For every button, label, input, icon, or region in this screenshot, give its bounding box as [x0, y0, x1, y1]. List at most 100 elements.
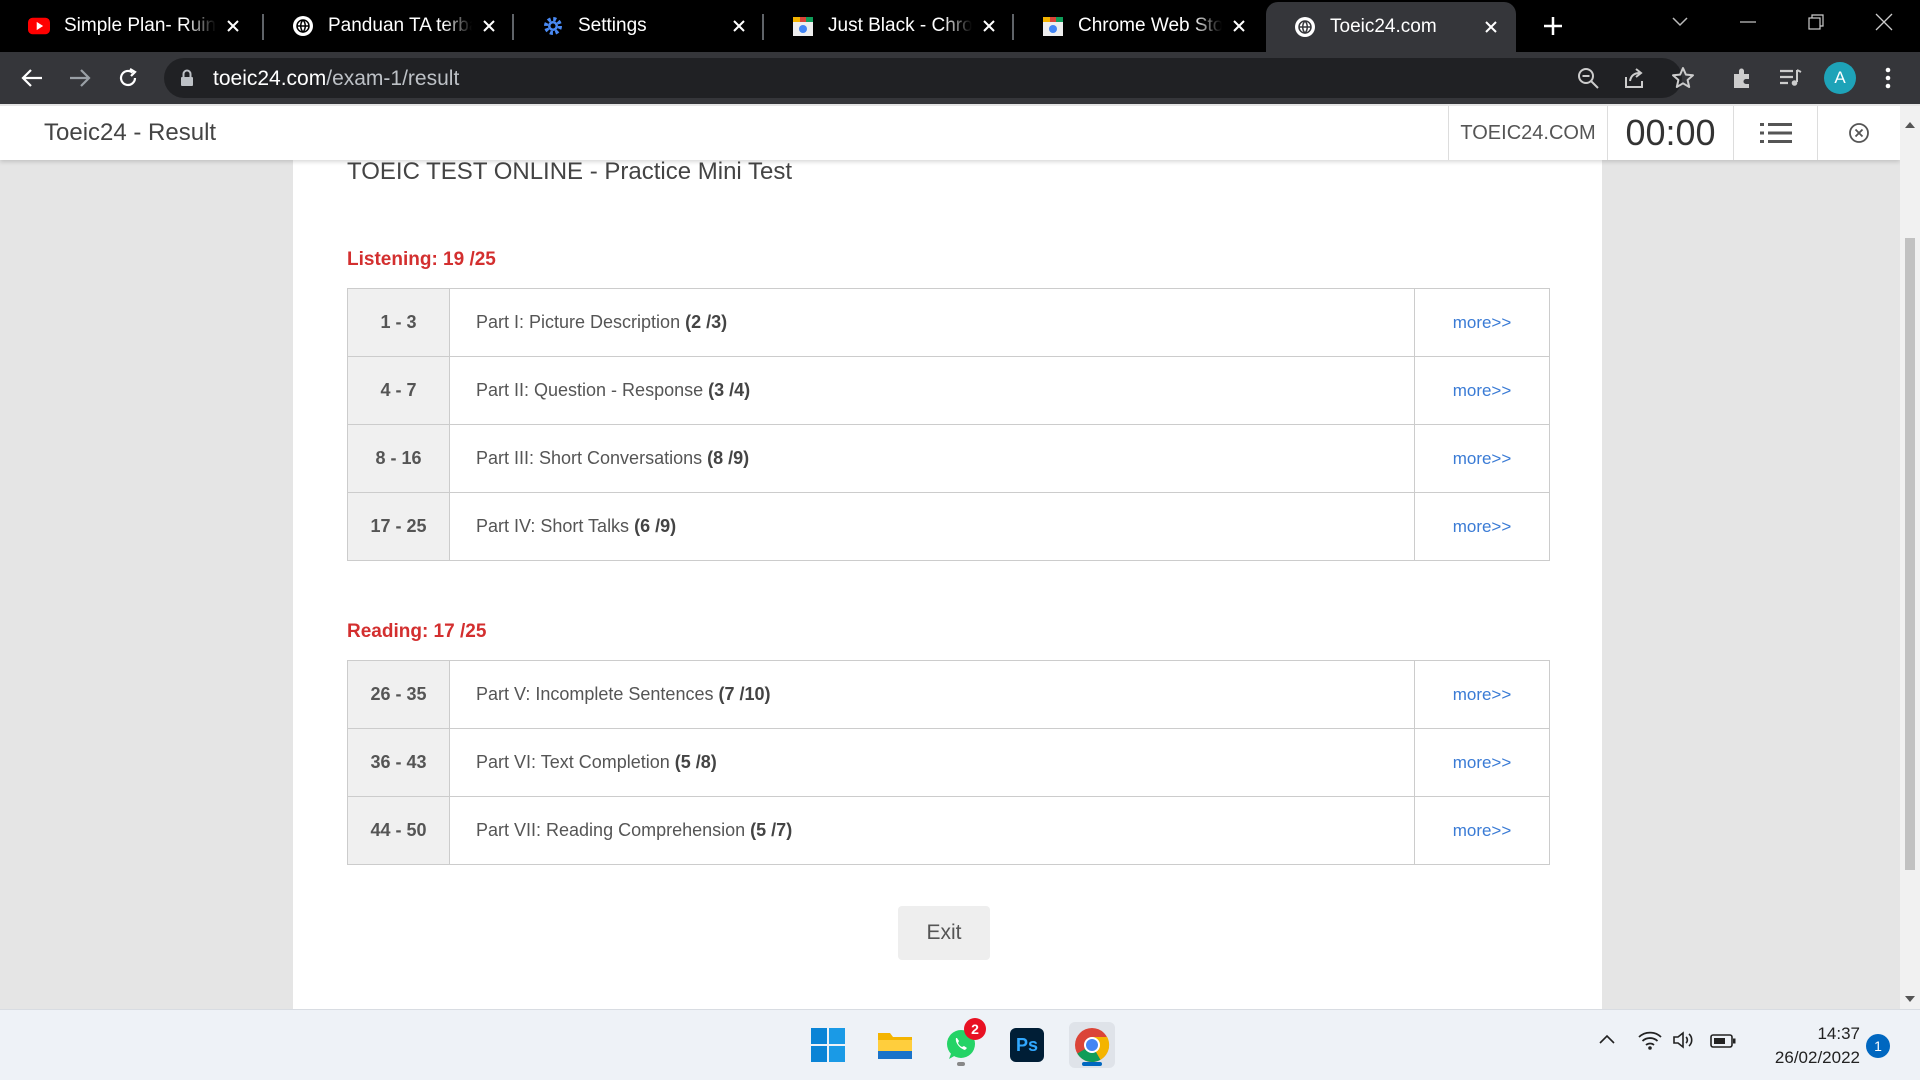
- reading-score: Reading: 17 /25: [347, 621, 487, 642]
- browser-menu-button[interactable]: [1870, 60, 1906, 96]
- more-link[interactable]: more>>: [1414, 796, 1550, 865]
- scrollbar-thumb[interactable]: [1905, 238, 1915, 870]
- gear-icon: [542, 15, 564, 37]
- more-link[interactable]: more>>: [1414, 424, 1550, 493]
- zoom-button[interactable]: [1570, 60, 1606, 96]
- tab-strip: Simple Plan- Ruin My Life Panduan TA ter…: [0, 0, 1920, 52]
- part-score: (8 /9): [707, 448, 750, 468]
- close-tab-icon[interactable]: [222, 15, 244, 37]
- tab-search-button[interactable]: [1652, 0, 1708, 44]
- table-row: 26 - 35 Part V: Incomplete Sentences (7 …: [347, 660, 1550, 729]
- running-indicator: [957, 1062, 965, 1066]
- question-list-button[interactable]: [1734, 106, 1818, 160]
- back-button[interactable]: [14, 60, 50, 96]
- question-range: 1 - 3: [347, 288, 450, 357]
- browser-toolbar: toeic24.com/exam-1/result A: [0, 52, 1920, 104]
- close-tab-icon[interactable]: [728, 15, 750, 37]
- part-description: Part I: Picture Description (2 /3): [449, 288, 1415, 357]
- close-exam-button[interactable]: [1818, 106, 1900, 160]
- close-tab-icon[interactable]: [1480, 16, 1502, 38]
- part-description: Part IV: Short Talks (6 /9): [449, 492, 1415, 561]
- restore-button[interactable]: [1788, 0, 1844, 44]
- exit-button[interactable]: Exit: [898, 906, 990, 960]
- more-link[interactable]: more>>: [1414, 728, 1550, 797]
- tab-panduan[interactable]: Panduan TA terbaru: [264, 0, 514, 52]
- part-name: Part VI: Text Completion: [476, 752, 670, 772]
- chevron-down-icon: [1672, 17, 1688, 27]
- notification-count[interactable]: 1: [1866, 1034, 1890, 1058]
- windows-logo-icon: [811, 1028, 845, 1062]
- extensions-button[interactable]: [1724, 60, 1760, 96]
- running-indicator: [1082, 1062, 1102, 1066]
- star-icon: [1672, 67, 1694, 88]
- minimize-button[interactable]: [1720, 0, 1776, 44]
- photoshop-icon: Ps: [1010, 1028, 1044, 1062]
- brand-link[interactable]: TOEIC24.COM: [1448, 106, 1608, 160]
- clock-date: 26/02/2022: [1774, 1048, 1860, 1067]
- page-viewport: Toeic24 - Result TOEIC24.COM 00:00 TOEIC…: [0, 106, 1900, 1009]
- result-panel: TOEIC TEST ONLINE - Practice Mini Test L…: [293, 106, 1602, 1009]
- page-scrollbar[interactable]: [1900, 106, 1920, 1009]
- system-clock[interactable]: 14:37 26/02/2022: [1750, 1022, 1860, 1070]
- tab-youtube[interactable]: Simple Plan- Ruin My Life: [0, 0, 258, 52]
- question-range: 8 - 16: [347, 424, 450, 493]
- part-name: Part I: Picture Description: [476, 312, 681, 332]
- table-row: 4 - 7 Part II: Question - Response (3 /4…: [347, 356, 1550, 425]
- question-range: 17 - 25: [347, 492, 450, 561]
- tab-toeic24[interactable]: Toeic24.com: [1266, 2, 1516, 52]
- volume-icon[interactable]: [1672, 1030, 1696, 1055]
- part-description: Part III: Short Conversations (8 /9): [449, 424, 1415, 493]
- bookmark-button[interactable]: [1665, 60, 1701, 96]
- address-bar[interactable]: toeic24.com/exam-1/result: [164, 58, 1682, 98]
- part-name: Part III: Short Conversations: [476, 448, 703, 468]
- whatsapp-button[interactable]: 2: [938, 1018, 986, 1068]
- close-tab-icon[interactable]: [978, 15, 1000, 37]
- tab-title: Chrome Web Store: [1078, 15, 1222, 36]
- chrome-button[interactable]: [1069, 1022, 1115, 1068]
- start-button[interactable]: [805, 1022, 851, 1068]
- share-icon: [1625, 68, 1643, 88]
- battery-icon[interactable]: [1710, 1034, 1736, 1053]
- more-link[interactable]: more>>: [1414, 288, 1550, 357]
- tab-settings[interactable]: Settings: [514, 0, 764, 52]
- url-text: toeic24.com/exam-1/result: [213, 67, 459, 91]
- profile-avatar[interactable]: A: [1824, 62, 1856, 94]
- photoshop-button[interactable]: Ps: [1004, 1022, 1050, 1068]
- tab-just-black[interactable]: Just Black - Chrome Web Store: [764, 0, 1014, 52]
- table-row: 1 - 3 Part I: Picture Description (2 /3)…: [347, 288, 1550, 357]
- file-explorer-button[interactable]: [872, 1022, 918, 1068]
- tab-chrome-web-store[interactable]: Chrome Web Store: [1014, 0, 1264, 52]
- more-link[interactable]: more>>: [1414, 356, 1550, 425]
- web-store-icon: [792, 15, 814, 37]
- url-path: /exam-1/result: [326, 67, 460, 90]
- show-hidden-icons-chevron-icon[interactable]: [1598, 1032, 1616, 1050]
- question-range: 4 - 7: [347, 356, 450, 425]
- close-tab-icon[interactable]: [1228, 15, 1250, 37]
- part-score: (6 /9): [634, 516, 677, 536]
- page-title: Toeic24 - Result: [44, 119, 217, 146]
- lock-icon[interactable]: [180, 69, 194, 92]
- scroll-up-icon[interactable]: [1905, 116, 1915, 134]
- more-link[interactable]: more>>: [1414, 492, 1550, 561]
- scroll-down-icon[interactable]: [1905, 990, 1915, 1008]
- window-close-button[interactable]: [1856, 0, 1912, 44]
- reload-button[interactable]: [110, 60, 146, 96]
- forward-button[interactable]: [62, 60, 98, 96]
- share-button[interactable]: [1617, 60, 1653, 96]
- tab-title: Just Black - Chrome Web Store: [828, 15, 972, 36]
- more-link[interactable]: more>>: [1414, 660, 1550, 729]
- folder-icon: [878, 1033, 912, 1059]
- listening-score: Listening: 19 /25: [347, 249, 496, 270]
- plus-icon: [1544, 17, 1562, 35]
- clock-time: 14:37: [1817, 1024, 1860, 1043]
- chrome-icon: [1075, 1028, 1110, 1062]
- part-description: Part VI: Text Completion (5 /8): [449, 728, 1415, 797]
- part-name: Part VII: Reading Comprehension: [476, 820, 746, 840]
- back-arrow-icon: [21, 69, 42, 87]
- wifi-icon[interactable]: [1638, 1030, 1662, 1055]
- close-tab-icon[interactable]: [478, 15, 500, 37]
- new-tab-button[interactable]: [1535, 8, 1571, 44]
- web-store-icon: [1042, 15, 1064, 37]
- media-control-button[interactable]: [1772, 60, 1808, 96]
- globe-icon: [1294, 16, 1316, 38]
